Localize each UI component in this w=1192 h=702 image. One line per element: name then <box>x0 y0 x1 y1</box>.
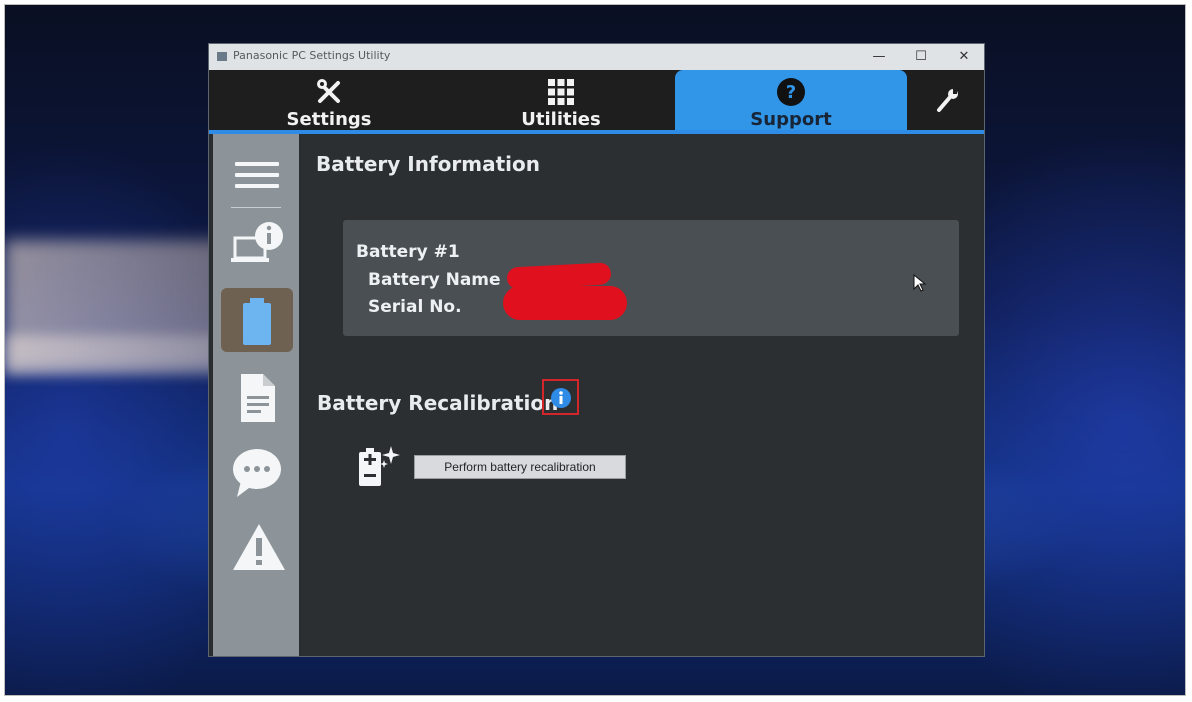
perform-recalibration-button[interactable]: Perform battery recalibration <box>414 455 626 479</box>
tab-support-label: Support <box>750 109 832 130</box>
sidebar-item-battery[interactable] <box>221 288 293 352</box>
sidebar-item-warning[interactable] <box>221 516 293 580</box>
maximize-button[interactable]: ☐ <box>906 47 936 67</box>
sidebar-item-documents[interactable] <box>221 364 293 428</box>
warning-icon <box>233 524 285 570</box>
desktop-background: Panasonic PC Settings Utility — ☐ ✕ Sett… <box>4 4 1186 696</box>
tab-support[interactable]: ? Support <box>675 70 907 130</box>
battery-icon <box>243 298 271 345</box>
sidebar <box>213 134 299 656</box>
tab-settings[interactable]: Settings <box>269 70 389 130</box>
app-icon <box>217 52 227 61</box>
grid-icon <box>548 79 574 105</box>
close-button[interactable]: ✕ <box>949 47 979 67</box>
tab-tools[interactable] <box>927 70 967 130</box>
tab-settings-label: Settings <box>286 109 372 130</box>
battery-recalibration-icon <box>359 446 400 486</box>
tab-utilities-label: Utilities <box>521 109 601 130</box>
menu-icon <box>235 162 279 188</box>
question-circle-icon: ? <box>777 78 805 106</box>
recalibration-info-highlight[interactable] <box>542 379 579 415</box>
battery-information-title: Battery Information <box>316 152 541 176</box>
wrench-icon <box>937 89 958 112</box>
battery-info-content: Battery Information Battery #1 Battery N… <box>301 134 982 656</box>
battery-info-panel: Battery #1 Battery Name Serial No. <box>343 220 959 336</box>
battery-recalibration-title: Battery Recalibration <box>317 391 559 415</box>
redaction-mark-serial <box>503 286 627 320</box>
battery-number-label: Battery #1 <box>356 242 460 262</box>
main-tab-bar: Settings Utilities ? Support <box>209 70 984 134</box>
window-title: Panasonic PC Settings Utility <box>233 49 391 62</box>
chat-icon <box>233 449 281 497</box>
svg-text:?: ? <box>786 82 796 103</box>
sidebar-separator <box>231 207 281 208</box>
settings-utility-window: Panasonic PC Settings Utility — ☐ ✕ Sett… <box>208 43 985 657</box>
wrench-screwdriver-icon <box>317 79 340 103</box>
title-bar: Panasonic PC Settings Utility — ☐ ✕ <box>209 44 984 70</box>
mouse-cursor-icon <box>913 274 927 292</box>
document-icon <box>241 374 275 422</box>
sidebar-item-pc-info[interactable] <box>221 214 293 278</box>
minimize-button[interactable]: — <box>864 47 894 67</box>
serial-number-label: Serial No. <box>368 297 462 317</box>
sidebar-item-menu[interactable] <box>221 144 293 208</box>
sidebar-item-chat[interactable] <box>221 439 293 503</box>
pc-info-icon <box>231 222 283 262</box>
battery-name-label: Battery Name <box>368 270 501 290</box>
info-icon[interactable] <box>550 387 572 409</box>
tab-utilities[interactable]: Utilities <box>501 70 621 130</box>
